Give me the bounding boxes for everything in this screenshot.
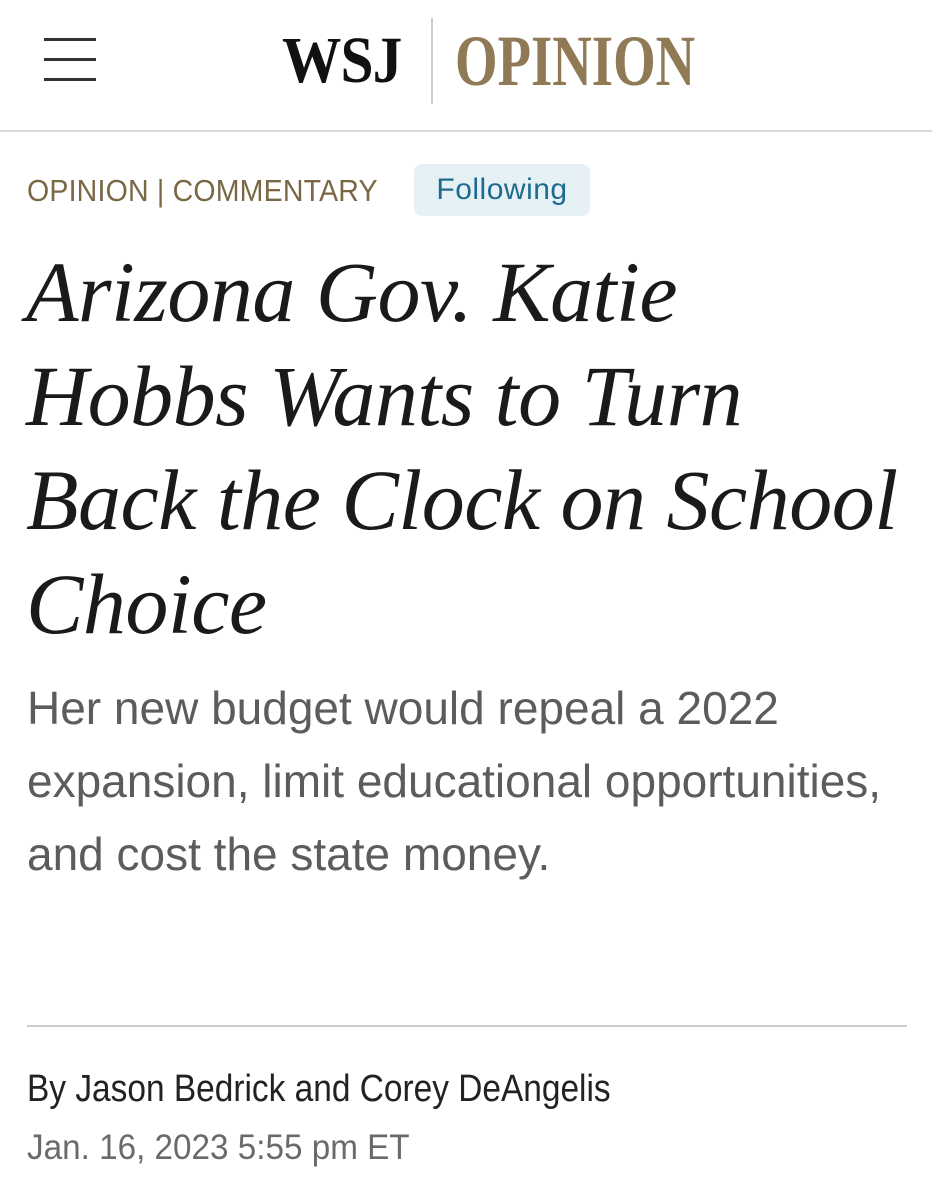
kicker-text: OPINION | COMMENTARY xyxy=(27,173,378,209)
logo-divider xyxy=(430,18,433,104)
kicker-separator: | xyxy=(156,173,165,208)
article-kicker: OPINION | COMMENTARY xyxy=(27,165,408,217)
kicker-category[interactable]: COMMENTARY xyxy=(173,173,378,208)
wsj-opinion-logo[interactable]: WSJ OPINION xyxy=(282,18,771,104)
site-header: WSJ OPINION xyxy=(0,0,932,132)
menu-bar xyxy=(44,58,96,61)
hamburger-menu-icon[interactable] xyxy=(44,38,96,82)
article-dateline: Jan. 16, 2023 5:55 pm ET xyxy=(27,1128,410,1167)
menu-bar xyxy=(44,38,96,41)
kicker-section[interactable]: OPINION xyxy=(27,173,149,208)
article-byline[interactable]: By Jason Bedrick and Corey DeAngelis xyxy=(27,1068,611,1111)
article-dek: Her new budget would repeal a 2022 expan… xyxy=(27,682,882,880)
following-button[interactable]: Following xyxy=(414,164,590,216)
logo-wsj: WSJ xyxy=(282,24,402,97)
article-headline: Arizona Gov. Katie Hobbs Wants to Turn B… xyxy=(26,244,898,652)
logo-opinion: OPINION xyxy=(454,21,695,101)
divider xyxy=(27,1025,907,1027)
menu-bar xyxy=(44,78,96,81)
